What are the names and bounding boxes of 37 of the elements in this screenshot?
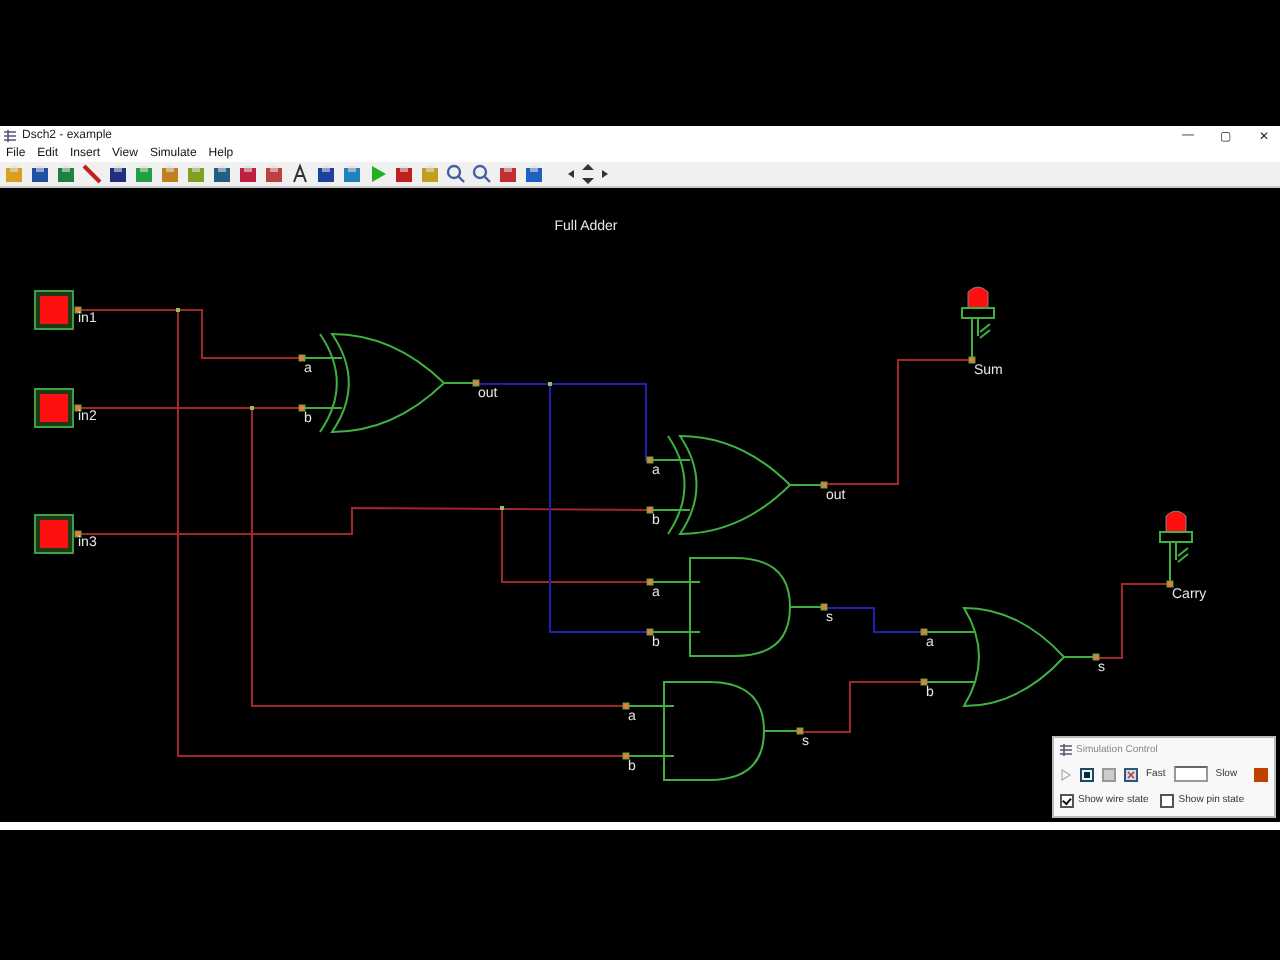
text-icon[interactable] — [290, 164, 310, 184]
pin — [298, 404, 306, 412]
pin — [74, 306, 82, 314]
pin — [920, 628, 928, 636]
pin — [646, 506, 654, 514]
xor-gate[interactable] — [649, 435, 825, 535]
pin — [968, 356, 976, 364]
checkbox[interactable] — [1160, 793, 1175, 807]
pin — [622, 752, 630, 760]
pin — [1092, 653, 1100, 661]
or-gate[interactable] — [923, 607, 1097, 707]
input-switch[interactable] — [34, 514, 74, 554]
pin — [298, 354, 306, 362]
pin — [74, 530, 82, 538]
color-swatch[interactable] — [1254, 767, 1268, 781]
pin — [796, 727, 804, 735]
pin — [622, 702, 630, 710]
pin — [920, 678, 928, 686]
pin — [472, 379, 480, 387]
and-gate[interactable] — [625, 681, 801, 781]
pin — [74, 404, 82, 412]
pin — [646, 628, 654, 636]
pin — [646, 578, 654, 586]
app-icon — [1060, 743, 1072, 755]
pin — [1166, 580, 1174, 588]
zoom-out-icon[interactable] — [472, 164, 492, 184]
zoom-in-icon[interactable] — [446, 164, 466, 184]
input-switch[interactable] — [34, 290, 74, 330]
pin — [820, 481, 828, 489]
scroll-arrows-icon[interactable] — [566, 164, 610, 184]
pin — [646, 456, 654, 464]
app-icon — [4, 130, 16, 142]
and-gate[interactable] — [649, 557, 825, 657]
xor-gate[interactable] — [301, 333, 477, 433]
pin — [820, 603, 828, 611]
input-switch[interactable] — [34, 388, 74, 428]
checkbox[interactable] — [1060, 793, 1074, 807]
